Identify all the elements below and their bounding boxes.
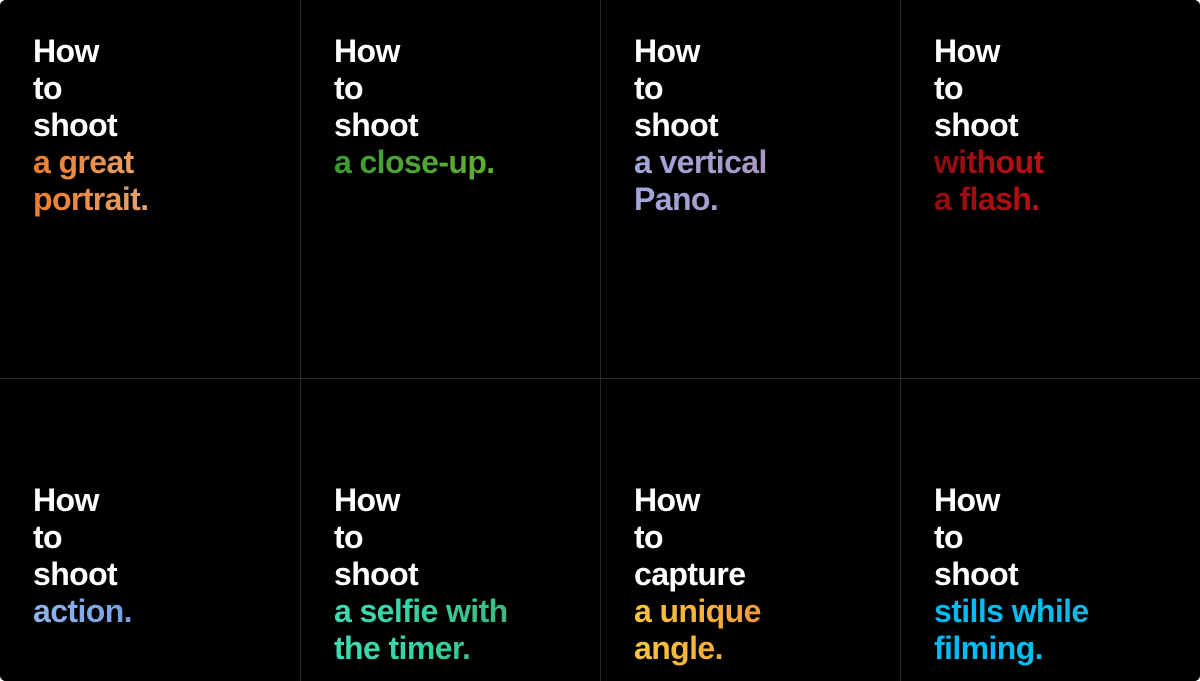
tip-text: How to shoot a vertical Pano. [634, 33, 892, 218]
tip-accent-block: action. [33, 593, 292, 630]
tip-accent-line: a unique [634, 593, 892, 630]
tip-accent-line: the timer. [334, 630, 592, 667]
tip-plain-line: to [634, 70, 664, 106]
tip-accent-line: without [934, 144, 1192, 181]
tip-card-great-portrait[interactable]: How to shoot a great portrait. [0, 0, 300, 378]
tip-accent-line: a close-up. [334, 144, 592, 181]
tip-plain-line: to [934, 70, 964, 106]
tip-text: How to shoot a great portrait. [33, 33, 292, 218]
tip-card-action[interactable]: How to shoot action. [0, 378, 300, 681]
tip-plain-line: How [334, 33, 400, 69]
tip-grid: How to shoot a great portrait. How to sh… [0, 0, 1200, 681]
tip-accent-line: filming. [934, 630, 1192, 667]
tip-text: How to capture a unique angle. [634, 482, 892, 667]
tip-plain-line: shoot [934, 556, 1019, 592]
tip-card-vertical-pano[interactable]: How to shoot a vertical Pano. [600, 0, 900, 378]
tip-accent-line: a great [33, 144, 292, 181]
tip-accent-block: a unique angle. [634, 593, 892, 667]
tip-accent-line: action. [33, 593, 292, 630]
tip-plain-line: How [33, 33, 99, 69]
tip-plain-line: capture [634, 556, 746, 592]
tip-accent-block: a vertical Pano. [634, 144, 892, 218]
tip-plain-line: How [934, 33, 1000, 69]
tip-accent-block: a great portrait. [33, 144, 292, 218]
tip-plain-line: How [634, 33, 700, 69]
tip-plain-line: to [334, 70, 364, 106]
tip-plain-line: How [934, 482, 1000, 518]
tip-plain-line: to [634, 519, 664, 555]
tip-accent-line: Pano. [634, 181, 892, 218]
tip-card-without-a-flash[interactable]: How to shoot without a flash. [900, 0, 1200, 378]
tip-plain-line: shoot [33, 556, 118, 592]
tip-accent-line: a selfie with [334, 593, 592, 630]
tip-plain-line: shoot [334, 556, 419, 592]
tip-accent-block: without a flash. [934, 144, 1192, 218]
tip-plain-line: to [33, 519, 63, 555]
tip-text: How to shoot a close-up. [334, 33, 592, 181]
tip-plain-line: to [334, 519, 364, 555]
tip-accent-block: a close-up. [334, 144, 592, 181]
tip-accent-line: a vertical [634, 144, 892, 181]
tip-text: How to shoot without a flash. [934, 33, 1192, 218]
tip-text: How to shoot stills while filming. [934, 482, 1192, 667]
tip-plain-line: shoot [634, 107, 719, 143]
tip-accent-line: angle. [634, 630, 892, 667]
tip-plain-line: How [33, 482, 99, 518]
tip-accent-line: portrait. [33, 181, 292, 218]
tip-text: How to shoot action. [33, 482, 292, 630]
tip-plain-line: to [33, 70, 63, 106]
tip-plain-line: shoot [934, 107, 1019, 143]
tip-accent-block: stills while filming. [934, 593, 1192, 667]
tip-card-selfie-with-timer[interactable]: How to shoot a selfie with the timer. [300, 378, 600, 681]
tip-card-unique-angle[interactable]: How to capture a unique angle. [600, 378, 900, 681]
tip-card-stills-while-filming[interactable]: How to shoot stills while filming. [900, 378, 1200, 681]
tip-text: How to shoot a selfie with the timer. [334, 482, 592, 667]
tip-accent-line: a flash. [934, 181, 1192, 218]
tip-plain-line: shoot [334, 107, 419, 143]
tip-plain-line: shoot [33, 107, 118, 143]
tip-accent-line: stills while [934, 593, 1192, 630]
tip-card-close-up[interactable]: How to shoot a close-up. [300, 0, 600, 378]
tip-plain-line: to [934, 519, 964, 555]
tip-plain-line: How [634, 482, 700, 518]
tip-accent-block: a selfie with the timer. [334, 593, 592, 667]
tip-plain-line: How [334, 482, 400, 518]
